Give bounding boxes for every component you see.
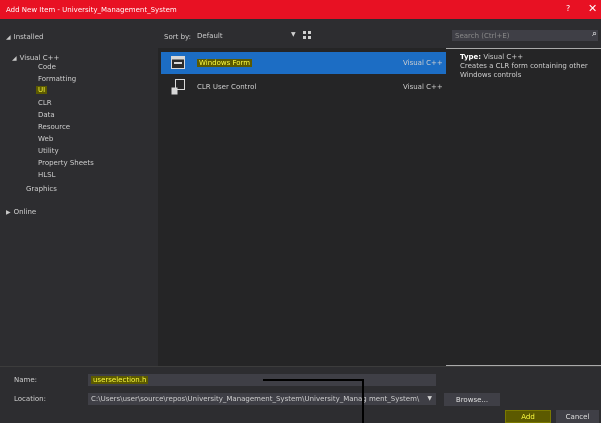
close-button[interactable]: ✕	[588, 2, 597, 15]
chevron-down-icon: ▼	[291, 31, 296, 38]
search-icon[interactable]: ⌕	[592, 29, 597, 39]
search-placeholder: Search (Ctrl+E)	[455, 32, 510, 40]
search-box[interactable]: Search (Ctrl+E) ⌕	[452, 29, 598, 41]
tree-node-graphics[interactable]: Graphics	[26, 185, 57, 193]
tree-node-clr[interactable]: CLR	[38, 99, 52, 107]
type-value: Visual C++	[483, 53, 524, 61]
expanded-triangle-icon: ◢	[12, 55, 17, 62]
tree-node-hlsl[interactable]: HLSL	[38, 171, 56, 179]
add-button[interactable]: Add	[505, 410, 551, 423]
template-name: CLR User Control	[197, 83, 257, 91]
tree-node-code[interactable]: Code	[38, 63, 56, 71]
template-name: Windows Form	[197, 59, 253, 67]
description-text: Creates a CLR form containing other Wind…	[460, 62, 588, 79]
type-label: Type:	[460, 53, 482, 61]
tree-node-web[interactable]: Web	[38, 135, 53, 143]
annotation-line	[263, 379, 363, 381]
tree-node-visual-cpp[interactable]: ◢ Visual C++	[12, 54, 59, 62]
name-value: userselection.h	[91, 376, 149, 384]
name-label: Name:	[14, 376, 38, 384]
annotation-line	[362, 379, 364, 423]
tree-node-resource[interactable]: Resource	[38, 123, 70, 131]
tree-node-utility[interactable]: Utility	[38, 147, 59, 155]
windows-form-icon	[171, 56, 185, 69]
sort-label: Sort by:	[164, 33, 192, 41]
tree-node-online[interactable]: ▶ Online	[6, 208, 36, 216]
template-language: Visual C++	[403, 83, 443, 91]
location-combo[interactable]: C:\Users\user\source\repos\University_Ma…	[88, 393, 436, 405]
collapsed-triangle-icon: ▶	[6, 209, 11, 216]
chevron-down-icon[interactable]: ▼	[427, 395, 432, 402]
description-pane: Type: Visual C++ Creates a CLR form cont…	[460, 53, 598, 80]
template-item-clr-user-control[interactable]: CLR User Control Visual C++	[161, 76, 446, 98]
window-title: Add New Item - University_Management_Sys…	[6, 5, 177, 14]
divider	[0, 366, 601, 367]
tree-node-formatting[interactable]: Formatting	[38, 75, 76, 83]
browse-button[interactable]: Browse...	[444, 393, 500, 406]
tree-node-data[interactable]: Data	[38, 111, 55, 119]
grid-view-icon	[303, 31, 306, 34]
template-item-windows-form[interactable]: Windows Form Visual C++	[161, 52, 446, 74]
template-list: Windows Form Visual C++ CLR User Control…	[158, 48, 446, 366]
tree-node-ui[interactable]: UI	[36, 86, 48, 94]
cancel-button[interactable]: Cancel	[556, 410, 599, 423]
location-value: C:\Users\user\source\repos\University_Ma…	[91, 395, 420, 403]
grid-view-button[interactable]	[302, 30, 313, 41]
expanded-triangle-icon: ◢	[6, 34, 11, 41]
title-bar: Add New Item - University_Management_Sys…	[0, 0, 601, 19]
user-control-icon	[171, 79, 185, 95]
name-input[interactable]: userselection.h	[88, 374, 436, 386]
template-language: Visual C++	[403, 59, 443, 67]
help-button[interactable]: ?	[566, 4, 570, 13]
sort-dropdown[interactable]: Default ▼	[195, 30, 296, 41]
tree-node-property-sheets[interactable]: Property Sheets	[38, 159, 94, 167]
tree-node-installed[interactable]: ◢ Installed	[6, 33, 43, 41]
location-label: Location:	[14, 395, 46, 403]
sort-value: Default	[197, 32, 223, 40]
